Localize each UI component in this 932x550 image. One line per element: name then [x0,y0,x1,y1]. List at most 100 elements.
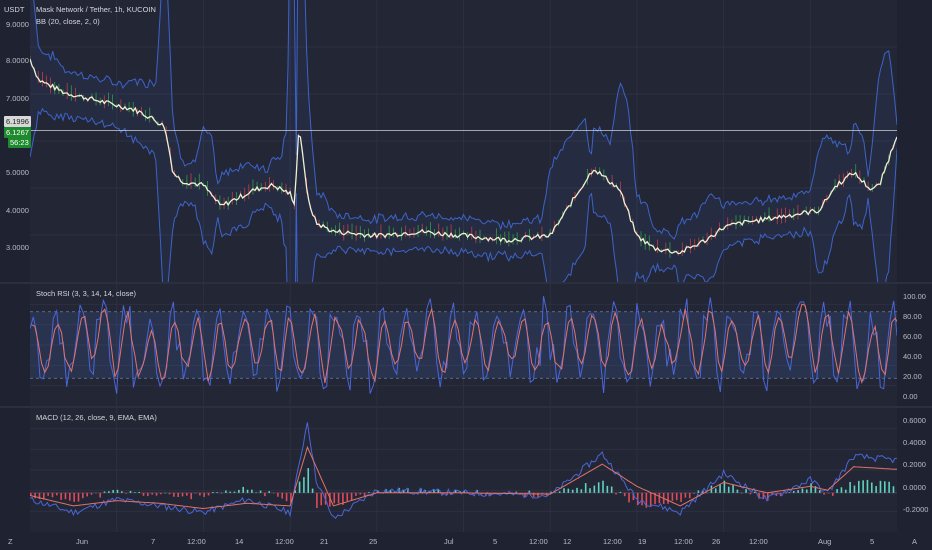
macd-pane[interactable] [30,408,897,532]
macd-histogram-bar [155,492,158,496]
stoch-rsi-pane[interactable] [30,284,897,406]
macd-histogram-bar [602,480,604,493]
time-tick: 19 [638,537,647,546]
macd-histogram-bar [554,492,557,494]
macd-histogram-bar [788,492,791,493]
macd-histogram-bar [862,480,864,493]
macd-histogram-bar [805,489,808,493]
symbol-title[interactable]: Mask Network / Tether, 1h, KUCOIN [36,5,156,14]
macd-histogram-bar [151,492,153,495]
currency-label: USDT [4,5,25,14]
macd-histogram-bar [73,492,75,502]
macd-histogram-bar [199,492,201,496]
macd-histogram-bar [818,490,821,493]
time-tick: 5 [493,537,498,546]
macd-histogram-bar [580,489,583,493]
macd-histogram-bar [121,491,123,493]
macd-histogram-bar [870,482,873,493]
time-tick: 12:00 [529,537,548,546]
macd-histogram-bar [680,492,682,502]
macd-histogram-bar [51,492,54,498]
macd-tick: -0.2000 [903,505,929,514]
auto-scale-right[interactable]: A [912,537,917,546]
macd-histogram-bar [82,492,84,499]
price-scale[interactable] [897,0,932,532]
macd-histogram-bar [147,492,149,497]
macd-histogram-bar [831,492,834,496]
macd-histogram-bar [827,492,830,494]
macd-histogram-bar [177,492,179,498]
macd-histogram-bar [784,492,786,494]
macd-histogram-bar [719,484,721,493]
left-gutter [0,0,30,532]
macd-histogram-bar [619,491,622,493]
macd-histogram-bar [857,480,860,493]
macd-histogram-bar [740,492,743,494]
macd-histogram-bar [866,479,869,493]
macd-histogram-bar [164,492,166,494]
macd-histogram-bar [810,483,812,493]
macd-tick: 0.2000 [903,460,926,469]
stoch-tick: 0.00 [903,392,918,401]
hline-price-tag: 6.1996 [4,116,31,127]
macd-histogram-bar [706,492,708,494]
time-scale[interactable] [0,532,932,550]
auto-scale-left[interactable]: Z [8,537,13,546]
macd-histogram-bar [220,492,223,494]
macd-histogram-bar [251,489,253,493]
macd-histogram-bar [233,491,236,493]
macd-histogram-bar [229,491,232,493]
macd-histogram-bar [849,481,851,493]
macd-histogram-bar [610,486,613,493]
macd-histogram-bar [749,492,752,495]
macd-histogram-bar [298,481,301,493]
macd-histogram-bar [355,492,357,496]
time-tick: 12 [563,537,572,546]
macd-histogram-bar [333,492,336,504]
macd-histogram-bar [649,492,652,508]
time-tick: 12:00 [187,537,206,546]
macd-histogram-bar [589,488,591,493]
macd-histogram-bar [888,481,890,493]
macd-histogram-bar [307,468,310,493]
time-tick: 12:00 [674,537,693,546]
macd-histogram-bar [181,492,184,497]
macd-histogram-bar [268,491,271,493]
macd-histogram-bar [346,492,349,502]
macd-histogram-bar [86,492,88,497]
macd-histogram-bar [259,490,262,493]
macd-histogram-bar [593,485,596,493]
bb-legend[interactable]: BB (20, close, 2, 0) [36,17,100,26]
stoch-tick: 80.00 [903,312,922,321]
macd-histogram-bar [584,483,587,493]
time-tick: Jul [444,537,454,546]
macd-tick: 0.4000 [903,438,926,447]
macd-histogram-bar [64,492,67,500]
time-tick: 5 [870,537,875,546]
macd-histogram-bar [641,492,643,506]
macd-histogram-bar [675,492,678,501]
macd-histogram-bar [558,491,561,493]
macd-tick: 0.6000 [903,416,926,425]
macd-histogram-bar [60,492,62,500]
macd-histogram-bar [628,492,630,503]
macd-legend[interactable]: MACD (12, 26, close, 9, EMA, EMA) [36,413,157,422]
stoch-rsi-chart [30,284,897,406]
macd-histogram-bar [108,491,110,493]
macd-histogram-bar [537,492,539,497]
macd-histogram-bar [606,485,609,493]
macd-histogram-bar [173,492,175,497]
macd-histogram-bar [797,490,799,493]
macd-histogram-bar [160,492,162,495]
macd-histogram-bar [658,492,661,504]
macd-histogram-bar [350,492,353,501]
macd-histogram-bar [714,488,717,493]
stoch-legend[interactable]: Stoch RSI (3, 3, 14, 14, close) [36,289,136,298]
price-pane[interactable] [30,0,897,282]
macd-histogram-bar [125,492,127,494]
price-chart [30,0,897,282]
macd-histogram-bar [732,484,734,493]
macd-histogram-bar [129,490,132,493]
time-tick: 12:00 [275,537,294,546]
macd-histogram-bar [138,491,140,493]
